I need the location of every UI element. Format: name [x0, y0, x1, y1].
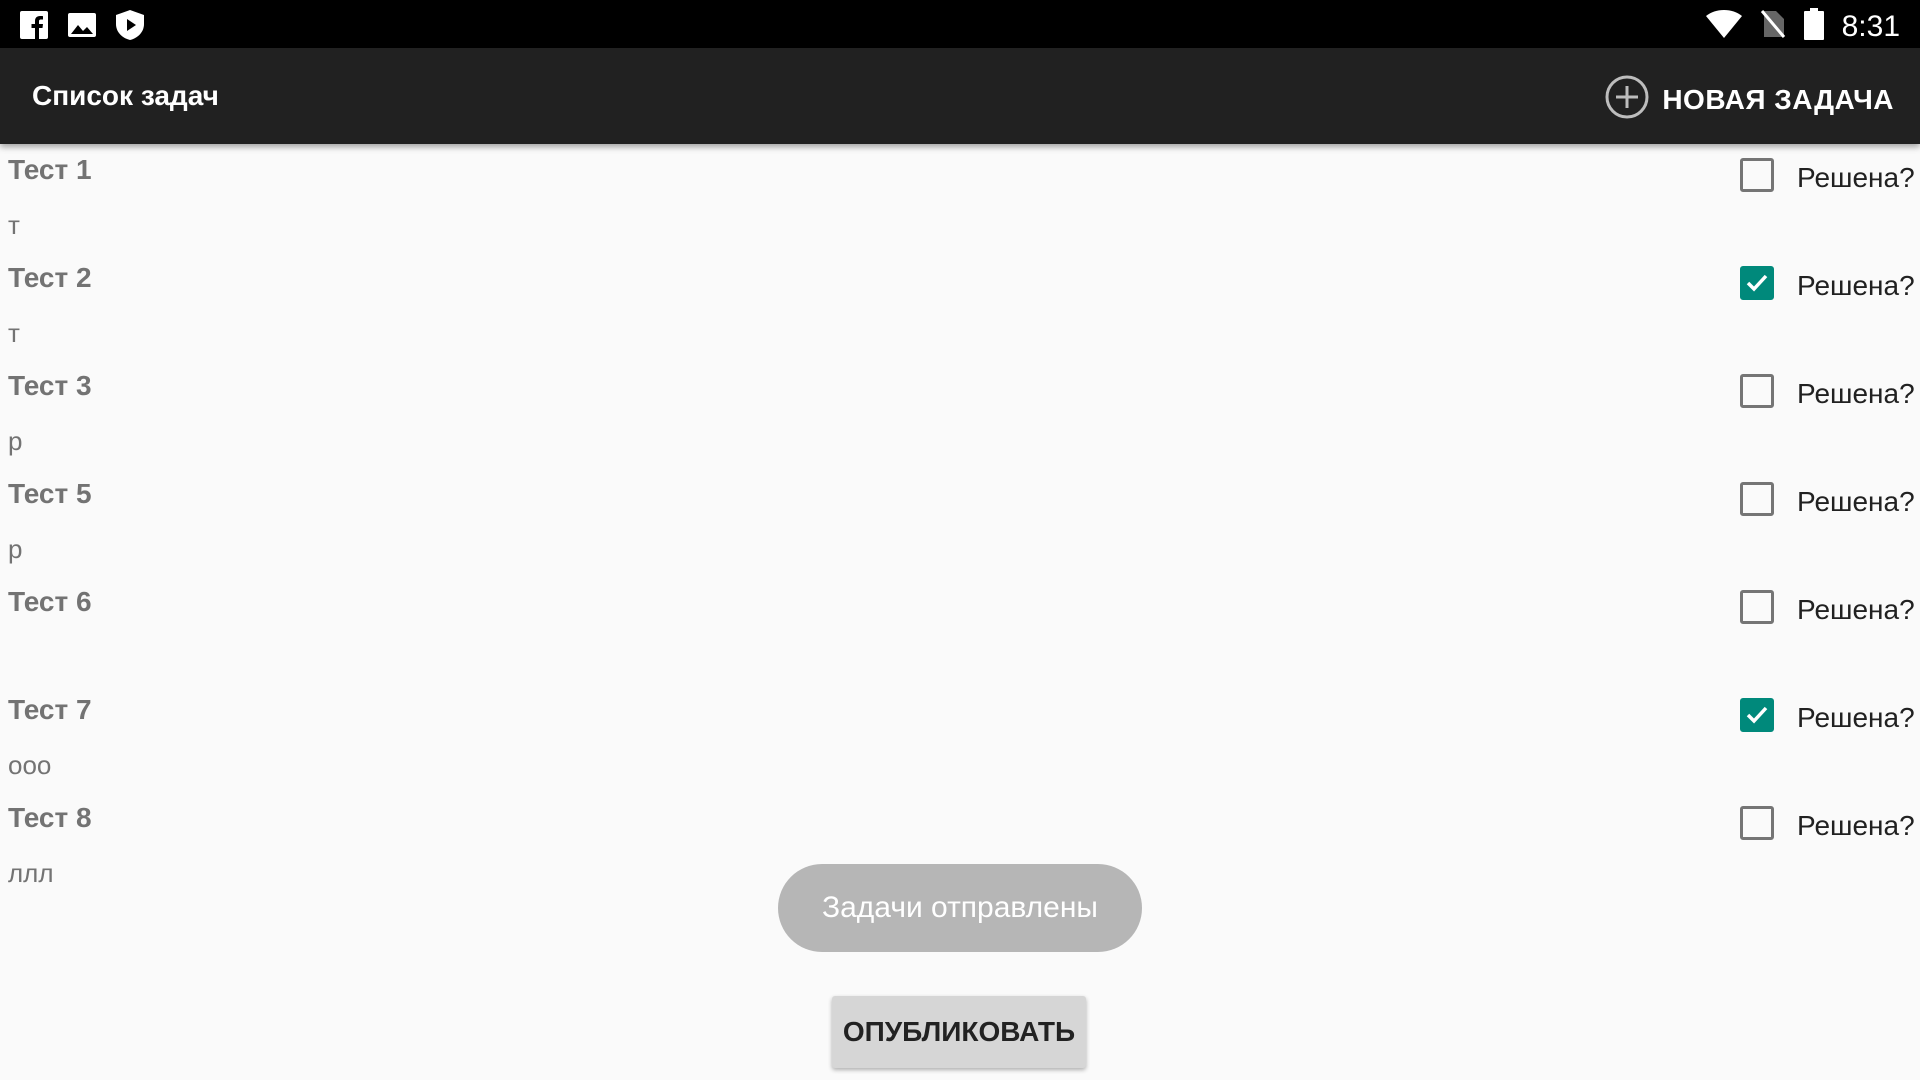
task-description: т [8, 318, 20, 348]
solved-checkbox[interactable] [1740, 374, 1774, 408]
task-title: Тест 3 [8, 370, 92, 401]
task-title: Тест 2 [8, 262, 92, 293]
publish-button[interactable]: ОПУБЛИКОВАТЬ [832, 996, 1086, 1068]
solved-checkbox-label[interactable]: Решена? [1797, 486, 1915, 518]
task-description: ллл [8, 858, 54, 888]
solved-checkbox-label[interactable]: Решена? [1797, 594, 1915, 626]
task-title: Тест 5 [8, 478, 92, 509]
system-icons: 8:31 [1705, 8, 1900, 45]
status-bar: 8:31 [0, 0, 1920, 48]
task-row: Тест 6 Решена? [0, 576, 1920, 684]
solved-checkbox-label[interactable]: Решена? [1797, 162, 1915, 194]
shield-play-icon [116, 10, 144, 45]
solved-checkbox-label[interactable]: Решена? [1797, 702, 1915, 734]
task-row: Тест 2 т Решена? [0, 252, 1920, 360]
facebook-icon [20, 11, 48, 44]
solved-checkbox[interactable] [1740, 158, 1774, 192]
battery-icon [1803, 8, 1824, 45]
solved-checkbox-label[interactable]: Решена? [1797, 270, 1915, 302]
solved-checkbox[interactable] [1740, 806, 1774, 840]
task-row: Тест 3 р Решена? [0, 360, 1920, 468]
task-title: Тест 8 [8, 802, 92, 833]
task-row: Тест 1 т Решена? [0, 144, 1920, 252]
solved-checkbox[interactable] [1740, 482, 1774, 516]
wifi-icon [1705, 9, 1742, 44]
gallery-icon [68, 11, 96, 44]
no-sim-icon [1760, 9, 1786, 44]
new-task-label: НОВАЯ ЗАДАЧА [1662, 83, 1894, 115]
task-title: Тест 6 [8, 586, 92, 617]
status-time: 8:31 [1841, 9, 1900, 43]
new-task-button[interactable]: НОВАЯ ЗАДАЧА [1604, 74, 1894, 125]
solved-checkbox-label[interactable]: Решена? [1797, 810, 1915, 842]
task-row: Тест 5 р Решена? [0, 468, 1920, 576]
solved-checkbox-label[interactable]: Решена? [1797, 378, 1915, 410]
task-title: Тест 7 [8, 694, 92, 725]
task-description: р [8, 426, 23, 456]
task-title: Тест 1 [8, 154, 92, 185]
checkmark-icon [1746, 274, 1768, 292]
solved-checkbox[interactable] [1740, 590, 1774, 624]
task-description: р [8, 534, 23, 564]
page-title: Список задач [32, 80, 219, 111]
task-row: Тест 7 ооо Решена? [0, 684, 1920, 792]
solved-checkbox[interactable] [1740, 266, 1774, 300]
task-description: т [8, 210, 20, 240]
toast: Задачи отправлены [778, 864, 1142, 952]
solved-checkbox[interactable] [1740, 698, 1774, 732]
app-bar: Список задач НОВАЯ ЗАДАЧА [0, 48, 1920, 144]
notification-icons [20, 10, 144, 45]
add-circle-icon [1604, 74, 1650, 125]
checkmark-icon [1746, 706, 1768, 724]
task-description: ооо [8, 750, 52, 780]
task-list: Тест 1 т Решена? Тест 2 т Решена? Тест 3 р Решен… [0, 144, 1920, 900]
